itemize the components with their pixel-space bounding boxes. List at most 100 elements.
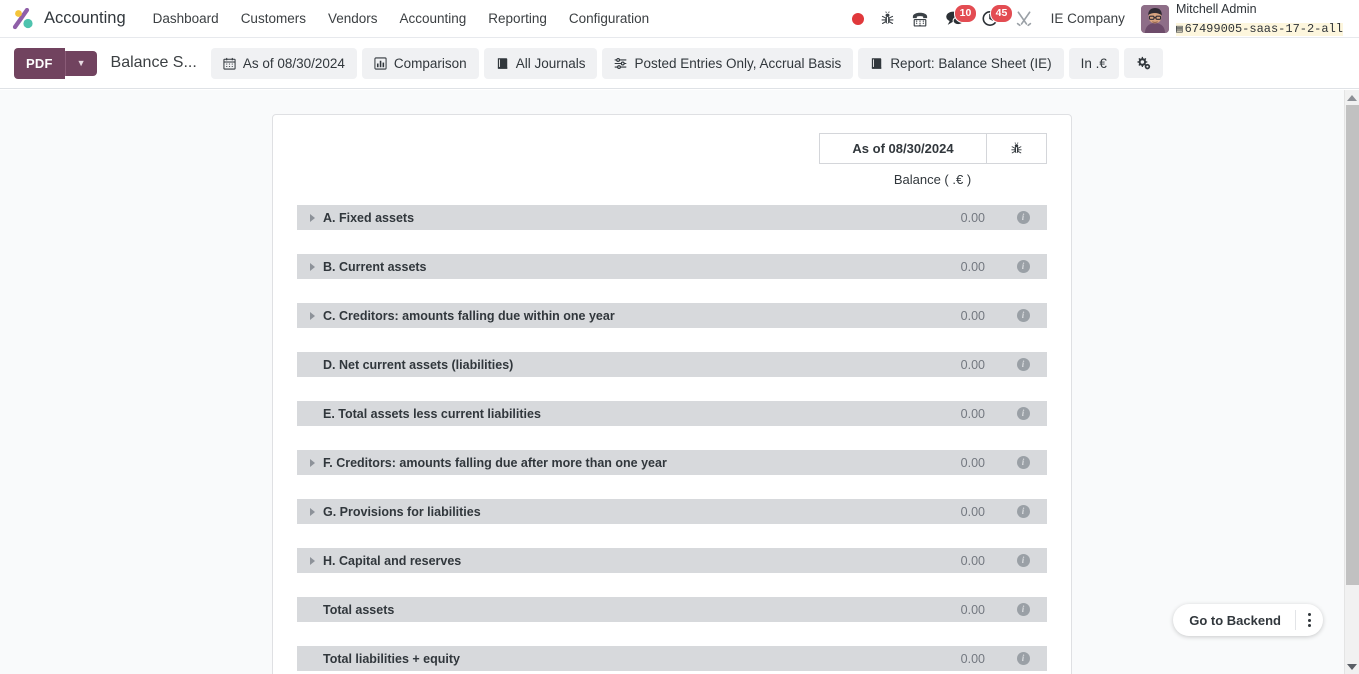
- vertical-dots-icon[interactable]: [1296, 613, 1323, 627]
- info-icon[interactable]: i: [999, 456, 1047, 469]
- filter-journals[interactable]: All Journals: [483, 47, 598, 79]
- menu-customers[interactable]: Customers: [230, 5, 317, 32]
- book-icon: [870, 57, 883, 70]
- caret-right-icon[interactable]: [297, 262, 319, 271]
- filter-currency[interactable]: In .€: [1068, 47, 1119, 79]
- table-row[interactable]: B. Current assets 0.00 i: [297, 254, 1047, 279]
- database-name-label: ▤ 67499005-saas-17-2-all: [1175, 21, 1343, 37]
- line-value: 0.00: [960, 651, 985, 666]
- avatar: [1140, 4, 1169, 33]
- menu-dashboard[interactable]: Dashboard: [142, 5, 230, 32]
- table-row[interactable]: H. Capital and reserves 0.00 i: [297, 548, 1047, 573]
- filter-report[interactable]: Report: Balance Sheet (IE): [858, 47, 1064, 79]
- info-icon[interactable]: i: [999, 358, 1047, 371]
- line-value: 0.00: [960, 455, 985, 470]
- line-value: 0.00: [960, 210, 985, 225]
- filter-comparison-label: Comparison: [393, 55, 467, 71]
- line-label: Total assets: [323, 602, 395, 617]
- line-label: C. Creditors: amounts falling due within…: [323, 308, 615, 323]
- sliders-icon: [614, 57, 627, 70]
- info-icon[interactable]: i: [999, 309, 1047, 322]
- pdf-export-group: PDF ▼: [14, 47, 97, 79]
- info-icon[interactable]: i: [999, 603, 1047, 616]
- user-menu[interactable]: Mitchell Admin ▤ 67499005-saas-17-2-all: [1135, 0, 1349, 39]
- table-row[interactable]: Total assets 0.00 i: [297, 597, 1047, 622]
- report-settings-button[interactable]: [1123, 48, 1163, 78]
- report-lines: A. Fixed assets 0.00 i B. Current assets…: [273, 205, 1071, 674]
- filter-entries-label: Posted Entries Only, Accrual Basis: [634, 55, 842, 71]
- chevron-down-icon: ▼: [76, 57, 86, 68]
- bar-chart-icon: [374, 56, 387, 70]
- line-label: F. Creditors: amounts falling due after …: [323, 455, 667, 470]
- caret-right-icon[interactable]: [297, 507, 319, 516]
- top-navbar: Accounting Dashboard Customers Vendors A…: [0, 0, 1359, 38]
- info-icon[interactable]: i: [999, 260, 1047, 273]
- line-value: 0.00: [960, 504, 985, 519]
- column-header-audit-button[interactable]: [986, 134, 1046, 163]
- table-row[interactable]: C. Creditors: amounts falling due within…: [297, 303, 1047, 328]
- voip-phone-button[interactable]: [903, 7, 937, 31]
- vertical-scrollbar[interactable]: [1344, 90, 1359, 674]
- filter-date[interactable]: As of 08/30/2024: [210, 47, 357, 79]
- info-icon[interactable]: i: [999, 407, 1047, 420]
- filter-comparison[interactable]: Comparison: [361, 47, 479, 79]
- user-name-label: Mitchell Admin: [1175, 2, 1257, 17]
- go-to-backend-button[interactable]: Go to Backend: [1173, 613, 1295, 628]
- info-icon[interactable]: i: [999, 652, 1047, 665]
- scroll-up-arrow-icon[interactable]: [1345, 90, 1359, 105]
- balance-sheet-report: As of 08/30/2024 Balance (.€) A. Fixed…: [272, 114, 1072, 674]
- debug-menu-button[interactable]: [872, 7, 903, 31]
- navbar-right-section: 10 45 IE Company Mitchell Admin ▤ 674990…: [844, 0, 1349, 39]
- line-label: H. Capital and reserves: [323, 553, 462, 568]
- database-icon: ▤: [1175, 23, 1183, 36]
- control-panel: PDF ▼ Balance S... As of 08/30/2024 Comp…: [0, 38, 1359, 89]
- caret-right-icon[interactable]: [297, 556, 319, 565]
- table-row[interactable]: Total liabilities + equity 0.00 i: [297, 646, 1047, 671]
- scroll-down-arrow-icon[interactable]: [1345, 659, 1359, 674]
- scrollbar-thumb[interactable]: [1346, 105, 1359, 585]
- pdf-dropdown-button[interactable]: ▼: [64, 50, 97, 76]
- line-label: G. Provisions for liabilities: [323, 504, 481, 519]
- table-row[interactable]: E. Total assets less current liabilities…: [297, 401, 1047, 426]
- bug-icon: [880, 10, 895, 27]
- menu-vendors[interactable]: Vendors: [317, 5, 389, 32]
- tools-button[interactable]: [1007, 6, 1041, 31]
- line-value: 0.00: [960, 259, 985, 274]
- table-row[interactable]: G. Provisions for liabilities 0.00 i: [297, 499, 1047, 524]
- messages-button[interactable]: 10: [937, 4, 978, 31]
- table-row[interactable]: F. Creditors: amounts falling due after …: [297, 450, 1047, 475]
- go-to-backend-fab: Go to Backend: [1173, 604, 1323, 636]
- column-header-date[interactable]: As of 08/30/2024: [820, 134, 986, 163]
- main-menu: Dashboard Customers Vendors Accounting R…: [142, 5, 661, 32]
- menu-accounting[interactable]: Accounting: [389, 5, 478, 32]
- bug-audit-icon: [1010, 141, 1023, 156]
- line-label: D. Net current assets (liabilities): [323, 357, 514, 372]
- caret-right-icon[interactable]: [297, 458, 319, 467]
- line-label: E. Total assets less current liabilities: [323, 406, 541, 421]
- phone-dialpad-icon: [911, 11, 929, 27]
- table-row[interactable]: A. Fixed assets 0.00 i: [297, 205, 1047, 230]
- caret-right-icon[interactable]: [297, 213, 319, 222]
- info-icon[interactable]: i: [999, 505, 1047, 518]
- table-row[interactable]: D. Net current assets (liabilities) 0.00…: [297, 352, 1047, 377]
- info-icon[interactable]: i: [999, 211, 1047, 224]
- activities-button[interactable]: 45: [973, 4, 1014, 31]
- report-filters: As of 08/30/2024 Comparison All Journals…: [210, 47, 1163, 79]
- company-selector[interactable]: IE Company: [1041, 6, 1135, 31]
- odoo-accounting-logo-icon: [12, 7, 36, 30]
- app-brand-label: Accounting: [44, 9, 126, 27]
- line-value: 0.00: [960, 602, 985, 617]
- line-value: 0.00: [960, 357, 985, 372]
- filter-report-label: Report: Balance Sheet (IE): [890, 55, 1052, 71]
- pdf-export-button[interactable]: PDF: [14, 47, 65, 79]
- menu-configuration[interactable]: Configuration: [558, 5, 660, 32]
- info-icon[interactable]: i: [999, 554, 1047, 567]
- caret-right-icon[interactable]: [297, 311, 319, 320]
- page-title: Balance S...: [110, 54, 197, 71]
- recording-indicator[interactable]: [844, 9, 872, 29]
- menu-reporting[interactable]: Reporting: [477, 5, 558, 32]
- filter-date-label: As of 08/30/2024: [242, 55, 345, 71]
- filter-entries[interactable]: Posted Entries Only, Accrual Basis: [602, 47, 854, 79]
- app-brand[interactable]: Accounting: [12, 7, 126, 30]
- calendar-icon: [223, 57, 236, 70]
